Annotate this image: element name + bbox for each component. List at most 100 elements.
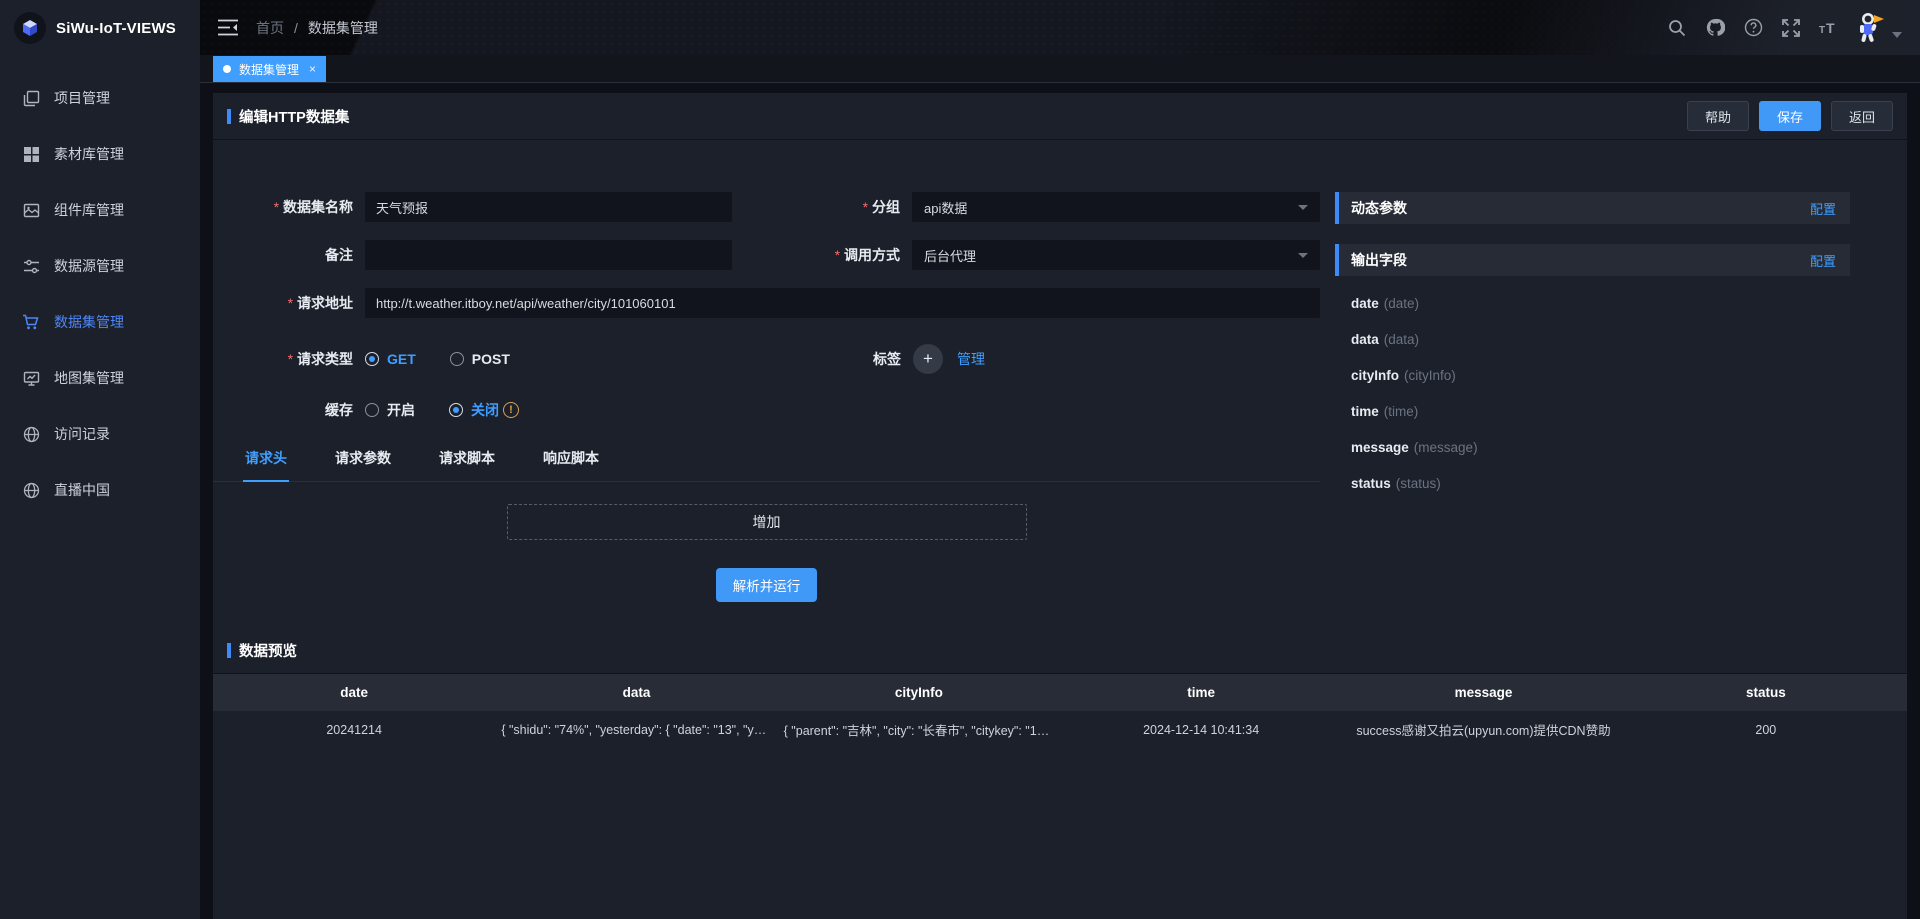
material-library-icon (22, 145, 40, 163)
field-name: message (1351, 440, 1409, 455)
cache-on-option[interactable]: 开启 (365, 400, 415, 420)
column-header-time: time (1060, 674, 1342, 711)
sidebar-item-dataset[interactable]: 数据集管理 (0, 294, 200, 350)
cache-label: 缓存 (213, 400, 365, 420)
sidebar-item-label: 数据源管理 (54, 256, 124, 276)
run-row: 解析并运行 (213, 568, 1320, 602)
sidebar-item-label: 地图集管理 (54, 368, 124, 388)
request-type-post-label: POST (472, 351, 510, 367)
output-fields-header: 输出字段 配置 (1335, 244, 1850, 276)
sidebar-item-label: 项目管理 (54, 88, 110, 108)
request-type-post-option[interactable]: POST (450, 351, 510, 367)
sidebar-item-component-library[interactable]: 组件库管理 (0, 182, 200, 238)
tab-request-script[interactable]: 请求脚本 (437, 438, 497, 482)
sidebar-item-projects[interactable]: 项目管理 (0, 70, 200, 126)
tabbar: 数据集管理 × (200, 55, 1920, 83)
breadcrumb: 首页 / 数据集管理 (256, 18, 378, 38)
user-avatar[interactable] (1856, 11, 1902, 45)
sidebar-item-map-atlas[interactable]: 地图集管理 (0, 350, 200, 406)
tab-close-icon[interactable]: × (307, 62, 316, 76)
fullscreen-icon[interactable] (1780, 17, 1802, 39)
output-fields-title-wrap: 输出字段 (1335, 244, 1407, 276)
table-header: date data cityInfo time message status (213, 674, 1907, 711)
app-logo-icon (14, 12, 46, 44)
cache-off-option[interactable]: 关闭 (449, 400, 499, 420)
call-method-select-value: 后台代理 (924, 246, 976, 265)
sidebar-item-label: 直播中国 (54, 480, 110, 500)
field-type: (status) (1396, 476, 1441, 491)
radio-selected-icon[interactable] (365, 352, 379, 366)
panel-header: 编辑HTTP数据集 帮助 保存 返回 (213, 93, 1907, 140)
search-icon[interactable] (1666, 17, 1688, 39)
cell-cityinfo: { "parent": "吉林", "city": "长春市", "cityke… (778, 711, 1060, 748)
tab-response-script[interactable]: 响应脚本 (541, 438, 601, 482)
collapse-sidebar-icon[interactable] (218, 19, 240, 37)
column-header-data: data (495, 674, 777, 711)
dataset-name-label: 数据集名称 (213, 197, 365, 217)
breadcrumb-home[interactable]: 首页 (256, 18, 284, 38)
panel-body: 数据集名称 分组 api数据 备注 (213, 140, 1907, 602)
projects-icon (22, 89, 40, 107)
cell-time: 2024-12-14 10:41:34 (1060, 711, 1342, 748)
request-url-input[interactable] (365, 288, 1320, 318)
tab-dataset-management[interactable]: 数据集管理 × (213, 56, 326, 82)
output-field-item: cityInfo(cityInfo) (1351, 368, 1850, 383)
output-fields-title: 输出字段 (1351, 250, 1407, 270)
dataset-cart-icon (22, 313, 40, 331)
github-icon[interactable] (1704, 17, 1726, 39)
radio-unselected-icon[interactable] (450, 352, 464, 366)
add-header-button[interactable]: 增加 (507, 504, 1027, 540)
manage-tags-link[interactable]: 管理 (957, 349, 985, 369)
sidebar-item-label: 组件库管理 (54, 200, 124, 220)
output-field-item: time(time) (1351, 404, 1850, 419)
map-atlas-icon (22, 369, 40, 387)
output-fields-config-link[interactable]: 配置 (1810, 251, 1836, 270)
radio-selected-icon[interactable] (449, 403, 463, 417)
font-size-icon[interactable]: TT (1818, 17, 1840, 39)
svg-text:T: T (1826, 20, 1835, 36)
column-header-date: date (213, 674, 495, 711)
cell-date: 20241214 (213, 711, 495, 748)
breadcrumb-current: 数据集管理 (308, 18, 378, 38)
breadcrumb-separator: / (294, 20, 298, 36)
call-method-select[interactable]: 后台代理 (912, 240, 1320, 270)
help-button[interactable]: 帮助 (1687, 101, 1749, 131)
radio-unselected-icon[interactable] (365, 403, 379, 417)
request-type-label: 请求类型 (213, 349, 365, 369)
sidebar-item-datasource[interactable]: 数据源管理 (0, 238, 200, 294)
output-field-list: date(date) data(data) cityInfo(cityInfo)… (1335, 296, 1850, 491)
request-tabs: 请求头 请求参数 请求脚本 响应脚本 (213, 438, 1320, 482)
request-type-get-option[interactable]: GET (365, 351, 416, 367)
title-accent-bar (227, 109, 231, 124)
cache-warning-icon: ! (503, 402, 519, 418)
back-button[interactable]: 返回 (1831, 101, 1893, 131)
field-type: (cityInfo) (1404, 368, 1456, 383)
sidebar-item-label: 访问记录 (54, 424, 110, 444)
group-select[interactable]: api数据 (912, 192, 1320, 222)
remark-input[interactable] (365, 240, 732, 270)
sidebar-item-label: 素材库管理 (54, 144, 124, 164)
title-accent-bar (1335, 244, 1339, 276)
dataset-name-input[interactable] (365, 192, 732, 222)
sidebar-item-material-library[interactable]: 素材库管理 (0, 126, 200, 182)
add-tag-button[interactable]: + (913, 344, 943, 374)
title-accent-bar (227, 643, 231, 658)
main-area: 首页 / 数据集管理 TT (200, 0, 1920, 919)
sidebar-item-access-log[interactable]: 访问记录 (0, 406, 200, 462)
sidebar-item-live-china[interactable]: 直播中国 (0, 462, 200, 518)
parse-and-run-button[interactable]: 解析并运行 (716, 568, 818, 602)
request-url-label: 请求地址 (213, 293, 365, 313)
chevron-down-icon (1298, 253, 1308, 258)
dynamic-params-title-wrap: 动态参数 (1335, 192, 1407, 224)
tab-request-headers[interactable]: 请求头 (243, 438, 289, 482)
header-buttons: 帮助 保存 返回 (1687, 101, 1893, 131)
tab-request-params[interactable]: 请求参数 (333, 438, 393, 482)
field-type: (date) (1384, 296, 1419, 311)
field-name: data (1351, 332, 1379, 347)
help-icon[interactable] (1742, 17, 1764, 39)
form-row-name-group: 数据集名称 分组 api数据 (213, 192, 1320, 222)
form-column: 数据集名称 分组 api数据 备注 (213, 192, 1320, 602)
save-button[interactable]: 保存 (1759, 101, 1821, 131)
component-library-icon (22, 201, 40, 219)
dynamic-params-config-link[interactable]: 配置 (1810, 199, 1836, 218)
